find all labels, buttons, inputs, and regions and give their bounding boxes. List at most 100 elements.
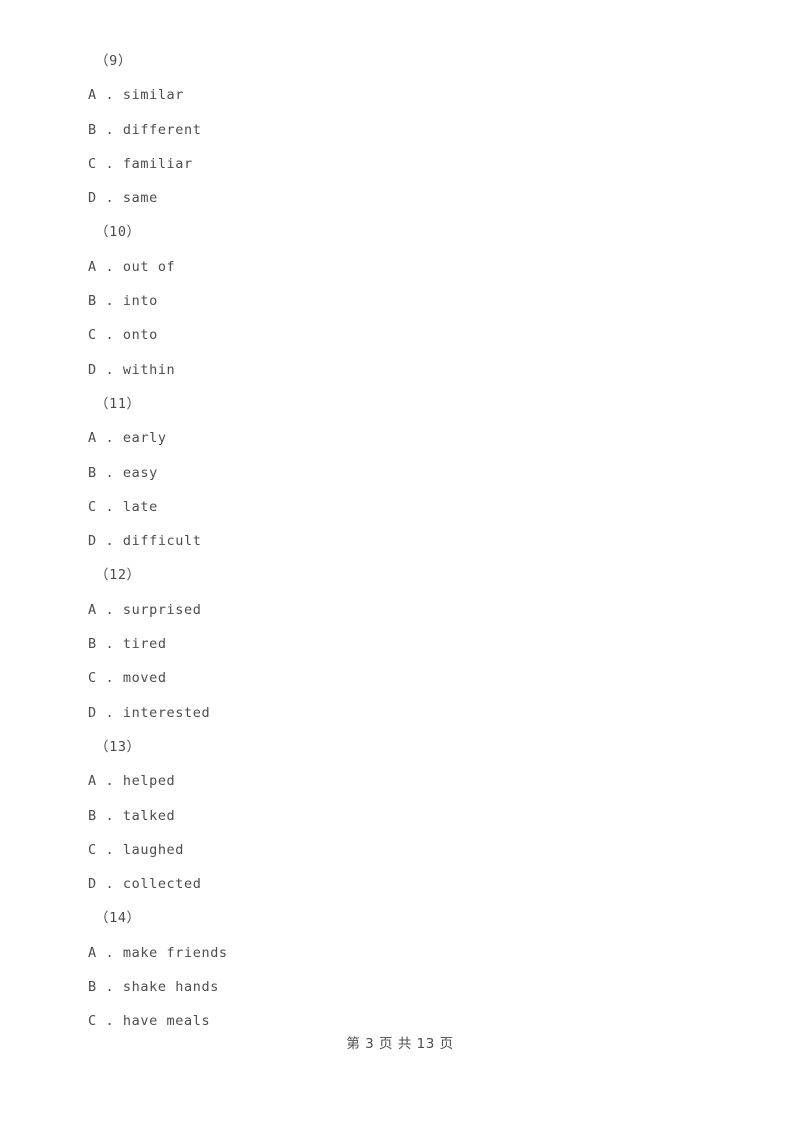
answer-option[interactable]: D . same — [88, 181, 708, 215]
option-letter: B — [88, 293, 97, 310]
question-number: （9） — [95, 53, 132, 69]
option-separator: . — [96, 87, 123, 104]
option-text: moved — [122, 670, 167, 687]
answer-option[interactable]: C . laughed — [88, 833, 708, 867]
document-page: （9） A . similar B . different C . familiar D… — [0, 0, 800, 1132]
answer-option[interactable]: B . talked — [88, 799, 708, 833]
option-separator: . — [96, 704, 123, 721]
answer-option[interactable]: A . similar — [88, 78, 708, 112]
answer-option[interactable]: A . surprised — [88, 593, 708, 627]
option-text: out of — [122, 258, 176, 275]
answer-option[interactable]: C . onto — [88, 318, 708, 352]
option-text: have meals — [122, 1013, 211, 1030]
option-separator: . — [96, 876, 123, 893]
option-separator: . — [96, 601, 123, 618]
option-text: talked — [122, 807, 176, 824]
option-separator: . — [96, 190, 123, 207]
option-separator: . — [96, 293, 123, 310]
option-separator: . — [96, 807, 123, 824]
answer-option[interactable]: B . easy — [88, 456, 708, 490]
answer-option[interactable]: C . familiar — [88, 147, 708, 181]
option-letter: C — [88, 670, 97, 687]
answer-option[interactable]: B . into — [88, 284, 708, 318]
option-separator: . — [96, 636, 123, 653]
option-text: collected — [122, 876, 202, 893]
option-letter: A — [88, 87, 97, 104]
option-letter: B — [88, 121, 97, 138]
option-letter: A — [88, 430, 97, 447]
option-letter: C — [88, 155, 97, 172]
option-letter: C — [88, 1013, 97, 1030]
option-text: surprised — [122, 601, 202, 618]
option-letter: D — [88, 533, 97, 550]
answer-option[interactable]: C . late — [88, 490, 708, 524]
option-text: similar — [122, 87, 185, 104]
option-separator: . — [96, 841, 123, 858]
answer-option[interactable]: B . shake hands — [88, 970, 708, 1004]
option-separator: . — [96, 258, 123, 275]
answer-option[interactable]: C . moved — [88, 661, 708, 695]
option-separator: . — [96, 670, 123, 687]
option-letter: C — [88, 327, 97, 344]
option-separator: . — [96, 155, 123, 172]
option-text: make friends — [122, 944, 228, 961]
option-letter: D — [88, 361, 97, 378]
option-letter: A — [88, 944, 97, 961]
option-letter: C — [88, 498, 97, 515]
option-letter: A — [88, 601, 97, 618]
option-letter: D — [88, 704, 97, 721]
question-number: （14） — [95, 910, 141, 927]
option-separator: . — [96, 121, 123, 138]
question-list: （9） A . similar B . different C . familiar D… — [88, 44, 708, 1039]
option-text: helped — [122, 773, 176, 790]
option-text: same — [122, 190, 158, 207]
option-separator: . — [96, 361, 123, 378]
option-text: tired — [122, 636, 167, 653]
answer-option[interactable]: A . out of — [88, 250, 708, 284]
option-separator: . — [96, 464, 123, 481]
question-number: （11） — [95, 395, 141, 412]
answer-option[interactable]: D . within — [88, 353, 708, 387]
option-separator: . — [96, 773, 123, 790]
option-letter: D — [88, 876, 97, 893]
option-letter: C — [88, 841, 97, 858]
option-separator: . — [96, 1013, 123, 1030]
option-text: different — [122, 121, 202, 138]
option-letter: B — [88, 464, 97, 481]
option-separator: . — [96, 944, 123, 961]
answer-option[interactable]: B . tired — [88, 627, 708, 661]
option-text: into — [122, 293, 158, 310]
answer-option[interactable]: A . helped — [88, 764, 708, 798]
option-separator: . — [96, 430, 123, 447]
option-letter: B — [88, 636, 97, 653]
option-letter: A — [88, 773, 97, 790]
option-text: laughed — [122, 841, 185, 858]
option-text: late — [122, 498, 158, 515]
option-text: within — [122, 361, 176, 378]
option-text: difficult — [122, 533, 202, 550]
answer-option[interactable]: D . interested — [88, 696, 708, 730]
question-number: （10） — [95, 224, 141, 241]
option-letter: A — [88, 258, 97, 275]
answer-option[interactable]: B . different — [88, 113, 708, 147]
option-letter: B — [88, 807, 97, 824]
option-letter: B — [88, 979, 97, 996]
option-text: onto — [122, 327, 158, 344]
option-text: early — [122, 430, 167, 447]
answer-option[interactable]: A . make friends — [88, 936, 708, 970]
option-text: interested — [122, 704, 211, 721]
option-separator: . — [96, 533, 123, 550]
page-footer: 第 3 页 共 13 页 — [346, 1036, 454, 1052]
option-separator: . — [96, 979, 123, 996]
option-text: easy — [122, 464, 158, 481]
answer-option[interactable]: D . collected — [88, 867, 708, 901]
option-text: familiar — [122, 155, 193, 172]
answer-option[interactable]: A . early — [88, 421, 708, 455]
option-letter: D — [88, 190, 97, 207]
option-separator: . — [96, 327, 123, 344]
option-separator: . — [96, 498, 123, 515]
answer-option[interactable]: D . difficult — [88, 524, 708, 558]
question-number: （13） — [95, 738, 141, 755]
option-text: shake hands — [122, 979, 219, 996]
question-number: （12） — [95, 567, 141, 584]
